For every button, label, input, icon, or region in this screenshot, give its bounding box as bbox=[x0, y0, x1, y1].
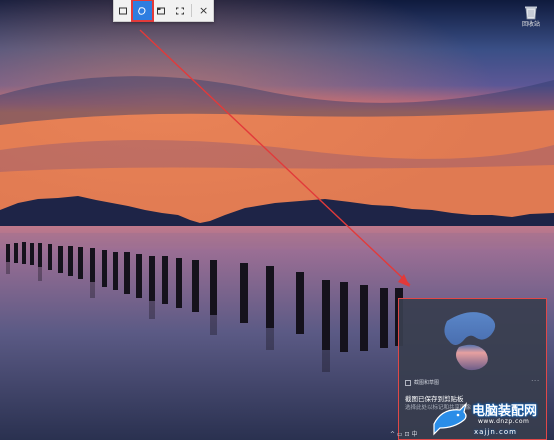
toast-app-name: 截图和草图 bbox=[414, 380, 440, 386]
freeform-snip-icon bbox=[138, 6, 146, 15]
window-snip-icon bbox=[156, 7, 165, 14]
watermark-url: www.dnzp.com bbox=[478, 418, 530, 425]
toast-header: 截图和草图 bbox=[405, 379, 439, 386]
recycle-bin-shortcut[interactable]: 回收站 bbox=[515, 3, 547, 29]
watermark-title: 电脑装配网 bbox=[472, 404, 538, 419]
system-tray: ^ ▭ ⊡ 中 bbox=[390, 427, 417, 440]
rectangle-snip-icon bbox=[119, 7, 128, 14]
snip-thumbnail-preview bbox=[444, 312, 496, 371]
watermark-domain: xajjn.com bbox=[474, 428, 517, 436]
tray-icons[interactable]: ^ ▭ ⊡ 中 bbox=[390, 429, 417, 438]
shark-logo-icon bbox=[433, 402, 468, 436]
snip-sketch-app-icon bbox=[405, 379, 411, 386]
window-snip-button[interactable] bbox=[152, 1, 171, 20]
close-icon: × bbox=[198, 4, 209, 17]
toolbar-divider bbox=[191, 4, 193, 17]
fullscreen-snip-icon bbox=[175, 7, 184, 14]
close-button[interactable]: × bbox=[194, 1, 213, 20]
more-options-icon[interactable]: ··· bbox=[531, 378, 540, 385]
site-watermark: 电脑装配网 www.dnzp.com xajjn.com bbox=[430, 398, 554, 440]
rectangle-snip-button[interactable] bbox=[114, 1, 133, 20]
recycle-bin-label: 回收站 bbox=[521, 21, 540, 28]
freeform-snip-button[interactable] bbox=[130, 0, 154, 22]
fullscreen-snip-button[interactable] bbox=[170, 1, 189, 20]
recycle-bin-icon bbox=[525, 6, 537, 20]
snip-toolbar: × bbox=[113, 0, 214, 22]
